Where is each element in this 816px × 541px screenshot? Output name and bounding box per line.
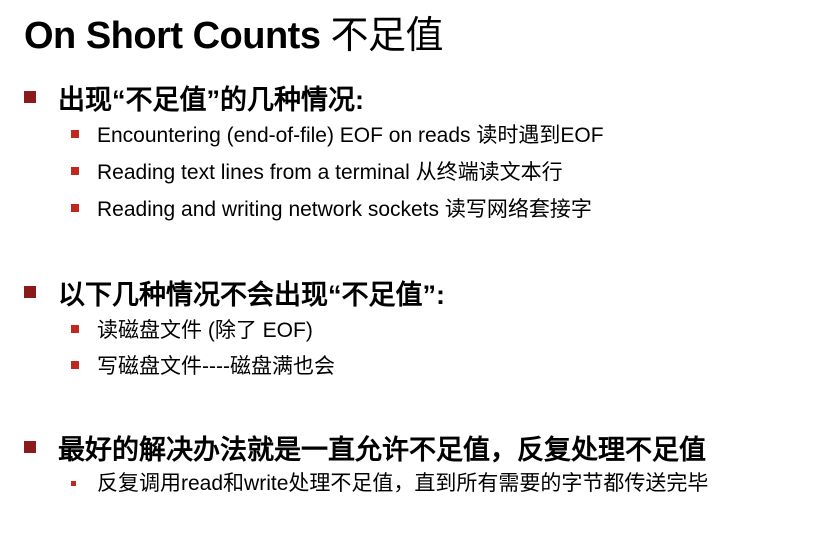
square-bullet-icon <box>71 325 79 333</box>
section-heading: 出现“不足值”的几种情况: <box>58 84 364 115</box>
list-item: 读磁盘文件 (除了 EOF) <box>71 311 445 347</box>
square-bullet-icon <box>24 286 36 298</box>
section-heading: 最好的解决办法就是一直允许不足值，反复处理不足值 <box>58 434 706 465</box>
list-item-text: Encountering (end-of-file) EOF on reads … <box>97 123 604 147</box>
square-bullet-icon <box>24 441 36 453</box>
square-bullet-icon <box>71 361 79 369</box>
list-item: 反复调用read和write处理不足值，直到所有需要的字节都传送完毕 <box>71 468 787 499</box>
list-item-text: Reading and writing network sockets 读写网络… <box>97 197 592 221</box>
section-short-count-cases: 出现“不足值”的几种情况: Encountering (end-of-file)… <box>24 78 604 226</box>
list-item-text: Reading text lines from a terminal 从终端读文… <box>97 160 563 184</box>
square-bullet-icon <box>71 129 79 138</box>
section-heading-row: 以下几种情况不会出现“不足值”: <box>24 273 445 311</box>
section-heading-row: 出现“不足值”的几种情况: <box>24 78 604 116</box>
section-no-short-count-cases: 以下几种情况不会出现“不足值”: 读磁盘文件 (除了 EOF) 写磁盘文件---… <box>24 273 445 383</box>
list-item-text: 反复调用read和write处理不足值，直到所有需要的字节都传送完毕 <box>97 472 709 495</box>
square-bullet-icon <box>71 166 79 175</box>
section-heading: 以下几种情况不会出现“不足值”: <box>58 279 445 310</box>
square-bullet-icon <box>24 91 36 103</box>
square-bullet-icon <box>71 203 79 212</box>
list-item-text: 读磁盘文件 (除了 EOF) <box>97 319 313 342</box>
section-heading-row: 最好的解决办法就是一直允许不足值，反复处理不足值 <box>24 427 787 467</box>
slide-title-latin: On Short Counts <box>24 15 331 57</box>
list-item-text: 写磁盘文件----磁盘满也会 <box>97 355 335 378</box>
slide-title-cjk: 不足值 <box>330 15 444 57</box>
slide-title: On Short Counts 不足值 <box>24 4 444 59</box>
list-item: Reading text lines from a terminal 从终端读文… <box>71 152 604 189</box>
list-item: Reading and writing network sockets 读写网络… <box>71 189 604 226</box>
square-bullet-icon <box>71 481 76 486</box>
list-item: Encountering (end-of-file) EOF on reads … <box>71 115 604 152</box>
section-best-solution: 最好的解决办法就是一直允许不足值，反复处理不足值 反复调用read和write处… <box>24 427 787 499</box>
list-item: 写磁盘文件----磁盘满也会 <box>71 347 445 383</box>
